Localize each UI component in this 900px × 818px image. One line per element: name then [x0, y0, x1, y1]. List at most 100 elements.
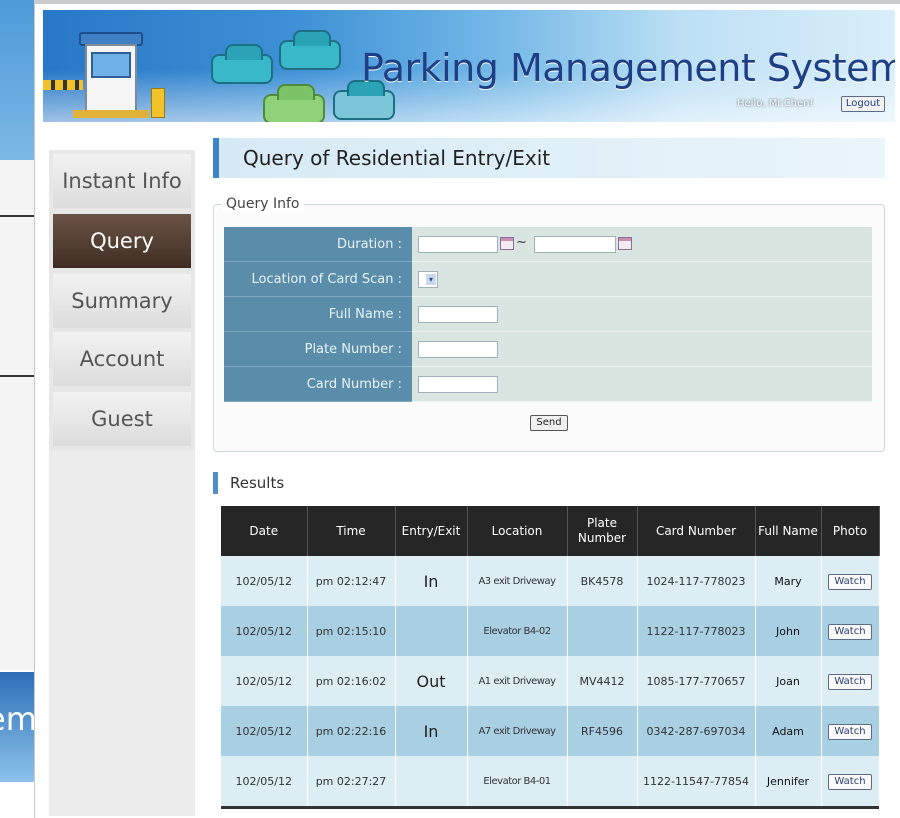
cell-full-name: Jennifer: [755, 756, 822, 806]
cell-location: A1 exit Driveway: [467, 656, 568, 706]
background-window-fragment: [0, 0, 34, 160]
cell-date: 102/05/12: [221, 656, 308, 706]
cell-time: pm 02:27:27: [307, 756, 396, 806]
cell-photo: Watch: [821, 606, 880, 656]
cell-entry-exit: In: [395, 706, 468, 756]
sidebar-item-summary[interactable]: Summary: [53, 274, 191, 328]
cell-entry-exit: In: [395, 556, 468, 606]
cell-photo: Watch: [821, 556, 880, 606]
calendar-icon[interactable]: [500, 237, 514, 250]
location-field-cell: ▾: [412, 262, 872, 297]
page-header: Query of Residential Entry/Exit: [213, 138, 885, 178]
app-title: Parking Management System: [361, 46, 895, 90]
column-header-plate-number: Plate Number: [567, 506, 638, 556]
column-header-date: Date: [221, 506, 308, 556]
duration-start-input[interactable]: [418, 236, 498, 253]
cell-plate-number: RF4596: [567, 706, 638, 756]
cell-full-name: Mary: [755, 556, 822, 606]
cell-time: pm 02:22:16: [307, 706, 396, 756]
cell-card-number: 1024-117-778023: [637, 556, 756, 606]
watch-photo-button[interactable]: Watch: [828, 573, 872, 590]
watch-photo-button[interactable]: Watch: [828, 773, 872, 790]
toll-booth-illustration: [73, 32, 149, 118]
location-label: Location of Card Scan :: [224, 262, 412, 297]
query-info-fieldset: Query Info Duration : ~ Location of Card…: [213, 196, 885, 452]
cell-date: 102/05/12: [221, 756, 308, 806]
sidebar-item-guest[interactable]: Guest: [53, 392, 191, 446]
cell-full-name: John: [755, 606, 822, 656]
car-illustration: [333, 80, 395, 120]
cell-photo: Watch: [821, 756, 880, 806]
cell-plate-number: BK4578: [567, 556, 638, 606]
cell-full-name: Joan: [755, 656, 822, 706]
duration-end-input[interactable]: [534, 236, 616, 253]
sidebar-nav: Instant Info Query Summary Account Guest: [49, 150, 195, 450]
cell-location: A3 exit Driveway: [467, 556, 568, 606]
background-text-fragment: em: [0, 700, 34, 738]
cell-card-number: 1085-177-770657: [637, 656, 756, 706]
sidebar-item-query[interactable]: Query: [53, 214, 191, 268]
results-table: Date Time Entry/Exit Location Plate Numb…: [221, 506, 880, 806]
cell-photo: Watch: [821, 706, 880, 756]
column-header-card-number: Card Number: [637, 506, 756, 556]
plate-number-field-cell: [412, 332, 872, 367]
barrier-gate-illustration: [43, 80, 83, 90]
cell-time: pm 02:12:47: [307, 556, 396, 606]
cell-card-number: 1122-11547-77854: [637, 756, 756, 806]
watch-photo-button[interactable]: Watch: [828, 673, 872, 690]
column-header-entry-exit: Entry/Exit: [395, 506, 468, 556]
cell-plate-number: MV4412: [567, 656, 638, 706]
car-illustration: [263, 84, 325, 122]
cell-full-name: Adam: [755, 706, 822, 756]
background-window-fragment: [0, 160, 34, 670]
cell-card-number: 0342-287-697034: [637, 706, 756, 756]
watch-photo-button[interactable]: Watch: [828, 623, 872, 640]
watch-photo-button[interactable]: Watch: [828, 723, 872, 740]
duration-field-cell: ~: [412, 227, 872, 262]
full-name-label: Full Name :: [224, 297, 412, 332]
logout-button[interactable]: Logout: [841, 96, 885, 112]
table-header-row: Date Time Entry/Exit Location Plate Numb…: [221, 506, 880, 556]
chevron-down-icon: ▾: [426, 274, 436, 285]
cell-plate-number: [567, 756, 638, 806]
bollard-illustration: [151, 88, 165, 118]
card-number-label: Card Number :: [224, 367, 412, 402]
full-name-field-cell: [412, 297, 872, 332]
cell-location: Elevator B4-02: [467, 606, 568, 656]
cell-photo: Watch: [821, 656, 880, 706]
background-divider: [0, 375, 34, 377]
card-number-input[interactable]: [418, 376, 498, 393]
cell-entry-exit: Out: [395, 656, 468, 706]
send-button[interactable]: Send: [530, 415, 568, 431]
calendar-icon[interactable]: [618, 237, 632, 250]
cell-plate-number: [567, 606, 638, 656]
background-divider: [0, 215, 34, 217]
car-illustration: [211, 44, 273, 84]
results-header: Results: [213, 472, 413, 494]
card-number-field-cell: [412, 367, 872, 402]
card-number-row: Card Number :: [224, 367, 872, 402]
plate-number-input[interactable]: [418, 341, 498, 358]
duration-separator: ~: [516, 235, 527, 250]
table-row: 102/05/12 pm 02:27:27 Elevator B4-01 112…: [221, 756, 880, 806]
sidebar-item-instant-info[interactable]: Instant Info: [53, 154, 191, 208]
duration-row: Duration : ~: [224, 227, 872, 262]
location-row: Location of Card Scan : ▾: [224, 262, 872, 297]
app-window: Parking Management System Hello, Mr.Chen…: [34, 4, 900, 818]
results-title: Results: [230, 474, 285, 492]
table-bottom-border: [221, 806, 879, 809]
plate-number-row: Plate Number :: [224, 332, 872, 367]
sidebar-item-account[interactable]: Account: [53, 332, 191, 386]
car-illustration: [279, 30, 341, 70]
cell-entry-exit: [395, 756, 468, 806]
cell-card-number: 1122-117-778023: [637, 606, 756, 656]
location-select[interactable]: ▾: [418, 271, 438, 288]
cell-location: A7 exit Driveway: [467, 706, 568, 756]
cell-date: 102/05/12: [221, 706, 308, 756]
cell-date: 102/05/12: [221, 606, 308, 656]
query-info-legend: Query Info: [222, 196, 304, 212]
table-row: 102/05/12 pm 02:15:10 Elevator B4-02 112…: [221, 606, 880, 656]
main-content: Query of Residential Entry/Exit Query In…: [201, 128, 895, 816]
full-name-input[interactable]: [418, 306, 498, 323]
column-header-time: Time: [307, 506, 396, 556]
